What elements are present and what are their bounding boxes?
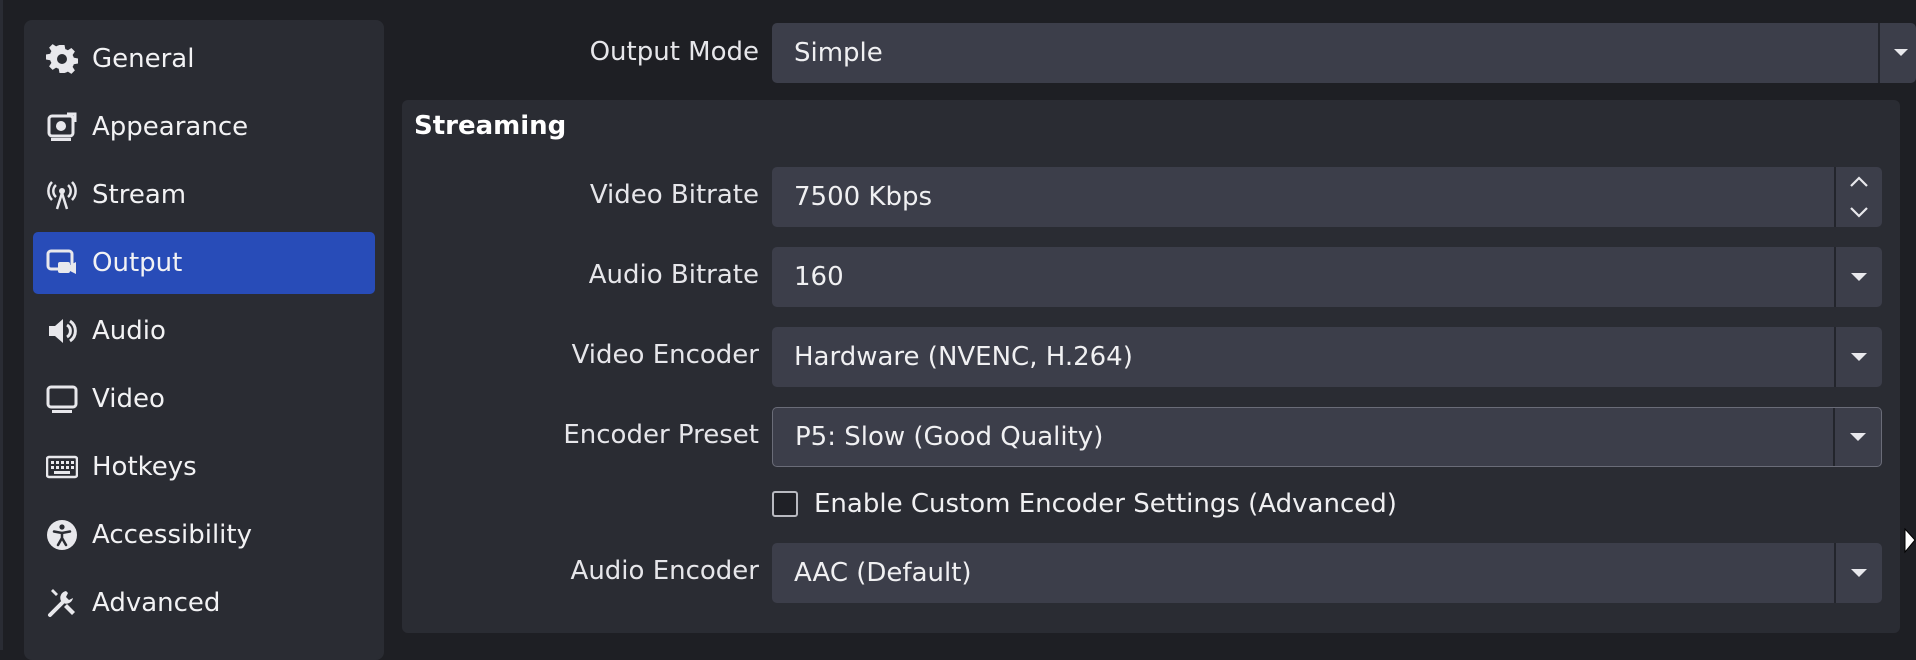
gear-icon [45, 42, 79, 76]
chevron-down-icon[interactable] [1886, 23, 1916, 83]
sidebar-item-label: Hotkeys [92, 452, 197, 482]
sidebar-item-accessibility[interactable]: Accessibility [33, 504, 375, 566]
chevron-down-icon[interactable] [1835, 408, 1881, 466]
speaker-icon [45, 314, 79, 348]
audio-encoder-value: AAC (Default) [794, 558, 972, 588]
sidebar-item-label: Output [92, 248, 183, 278]
sidebar-item-label: Accessibility [92, 520, 252, 550]
sidebar-item-label: Appearance [92, 112, 249, 142]
custom-encoder-checkbox-row[interactable]: Enable Custom Encoder Settings (Advanced… [772, 489, 1397, 519]
keyboard-icon [45, 450, 79, 484]
sidebar-item-output[interactable]: Output [33, 232, 375, 294]
output-mode-value: Simple [794, 38, 883, 68]
sidebar-item-appearance[interactable]: Appearance [33, 96, 375, 158]
sidebar-item-video[interactable]: Video [33, 368, 375, 430]
audio-bitrate-value: 160 [794, 262, 844, 292]
settings-sidebar: General Appearance Stream Output Audio V… [24, 20, 384, 660]
encoder-preset-value: P5: Slow (Good Quality) [795, 422, 1104, 452]
custom-encoder-label[interactable]: Enable Custom Encoder Settings (Advanced… [814, 489, 1397, 519]
audio-bitrate-select[interactable]: 160 [772, 247, 1882, 307]
sidebar-item-general[interactable]: General [33, 28, 375, 90]
sidebar-item-stream[interactable]: Stream [33, 164, 375, 226]
custom-encoder-checkbox[interactable] [772, 491, 798, 517]
encoder-preset-select[interactable]: P5: Slow (Good Quality) [772, 407, 1882, 467]
chevron-down-icon[interactable] [1836, 543, 1882, 603]
decrement-button[interactable] [1836, 197, 1882, 227]
accessibility-icon [45, 518, 79, 552]
chevron-down-icon[interactable] [1836, 247, 1882, 307]
mouse-cursor-icon [1904, 527, 1916, 566]
sidebar-item-advanced[interactable]: Advanced [33, 572, 375, 634]
video-bitrate-value: 7500 Kbps [794, 182, 933, 212]
sidebar-item-hotkeys[interactable]: Hotkeys [33, 436, 375, 498]
broadcast-antenna-icon [45, 178, 79, 212]
sidebar-item-label: Video [92, 384, 165, 414]
increment-button[interactable] [1836, 167, 1882, 197]
appearance-icon [45, 110, 79, 144]
video-encoder-value: Hardware (NVENC, H.264) [794, 342, 1133, 372]
divider [1878, 23, 1880, 83]
chevron-down-icon[interactable] [1836, 327, 1882, 387]
output-mode-select[interactable]: Simple [772, 23, 1916, 83]
video-encoder-label: Video Encoder [571, 340, 759, 370]
sidebar-item-label: General [92, 44, 195, 74]
audio-encoder-label: Audio Encoder [570, 556, 759, 586]
audio-bitrate-label: Audio Bitrate [588, 260, 759, 290]
audio-encoder-select[interactable]: AAC (Default) [772, 543, 1882, 603]
sidebar-item-label: Audio [92, 316, 166, 346]
encoder-preset-label: Encoder Preset [563, 420, 759, 450]
tools-icon [45, 586, 79, 620]
output-mode-label: Output Mode [589, 37, 759, 67]
output-icon [45, 246, 79, 280]
sidebar-item-audio[interactable]: Audio [33, 300, 375, 362]
video-bitrate-label: Video Bitrate [589, 180, 759, 210]
video-encoder-select[interactable]: Hardware (NVENC, H.264) [772, 327, 1882, 387]
sidebar-item-label: Advanced [92, 588, 221, 618]
sidebar-item-label: Stream [92, 180, 187, 210]
streaming-title: Streaming [414, 111, 567, 141]
video-bitrate-spinbox[interactable]: 7500 Kbps [772, 167, 1882, 227]
window-edge [0, 0, 3, 650]
monitor-icon [45, 382, 79, 416]
